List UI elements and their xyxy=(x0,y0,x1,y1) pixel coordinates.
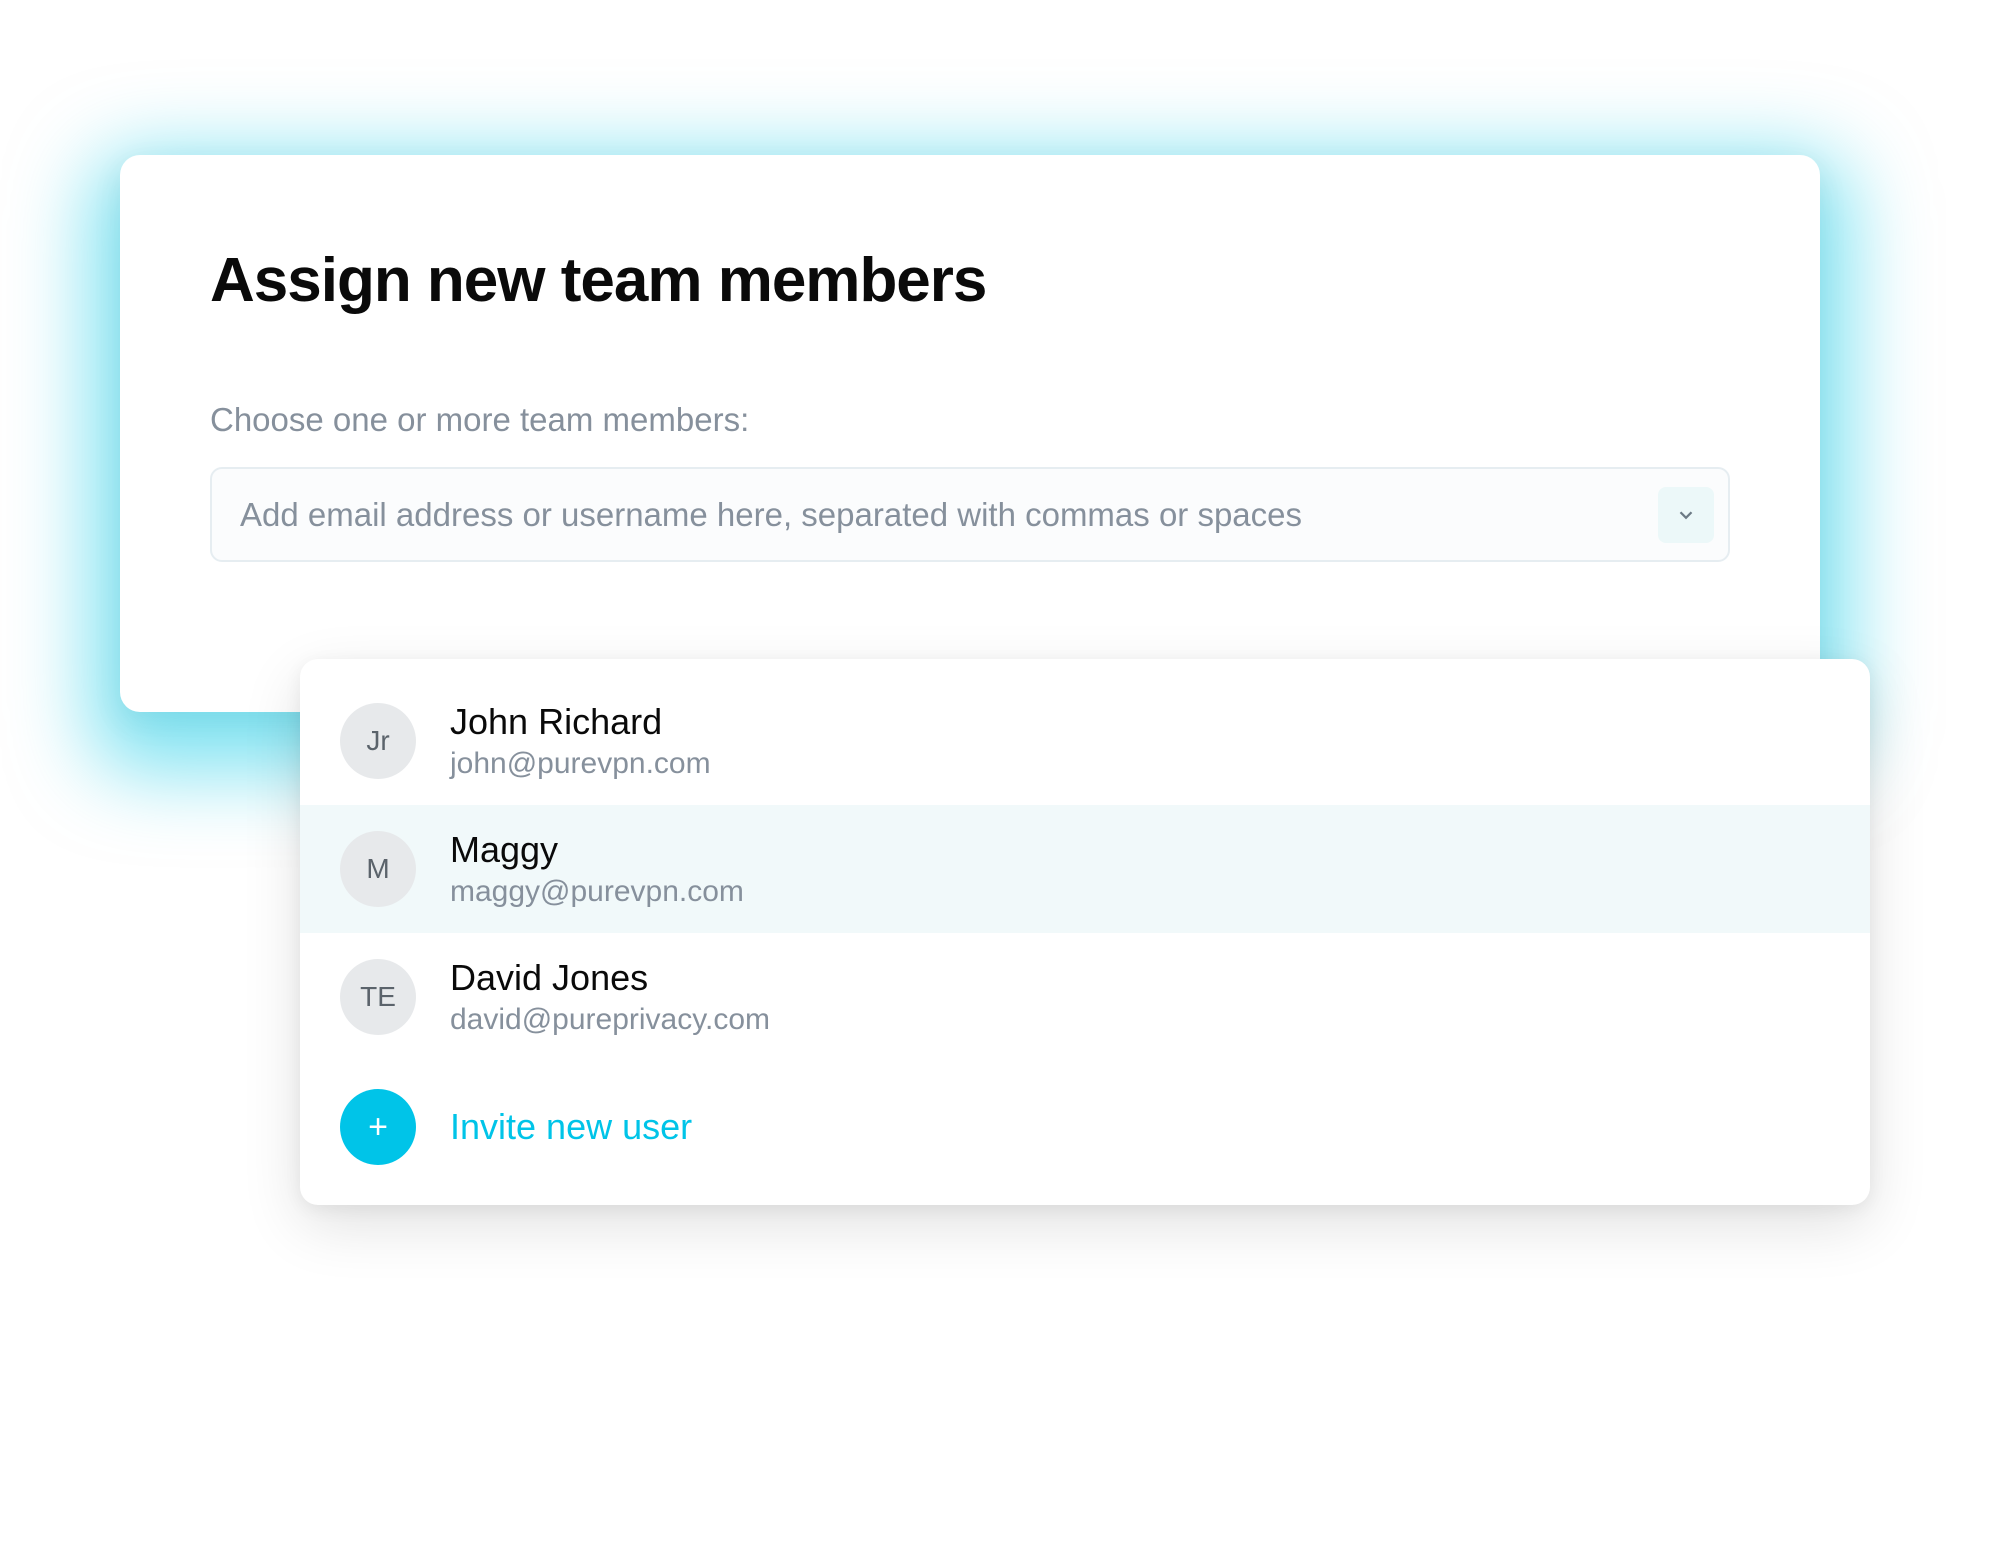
member-option[interactable]: TE David Jones david@pureprivacy.com xyxy=(300,933,1870,1061)
member-name: Maggy xyxy=(450,829,744,871)
avatar: M xyxy=(340,831,416,907)
plus-icon: + xyxy=(340,1089,416,1165)
member-email: david@pureprivacy.com xyxy=(450,1003,770,1037)
member-name: David Jones xyxy=(450,957,770,999)
member-email: maggy@purevpn.com xyxy=(450,875,744,909)
card-subtitle: Choose one or more team members: xyxy=(210,401,1730,439)
member-text: Maggy maggy@purevpn.com xyxy=(450,829,744,909)
invite-new-user-button[interactable]: + Invite new user xyxy=(300,1061,1870,1175)
member-name: John Richard xyxy=(450,701,711,743)
assign-members-card: Assign new team members Choose one or mo… xyxy=(120,155,1820,712)
member-dropdown-panel: Jr John Richard john@purevpn.com M Maggy… xyxy=(300,659,1870,1205)
chevron-down-icon xyxy=(1675,504,1697,526)
member-input[interactable] xyxy=(240,469,1658,560)
card-title: Assign new team members xyxy=(210,245,1730,316)
dropdown-toggle-button[interactable] xyxy=(1658,487,1714,543)
avatar: Jr xyxy=(340,703,416,779)
member-text: David Jones david@pureprivacy.com xyxy=(450,957,770,1037)
member-text: John Richard john@purevpn.com xyxy=(450,701,711,781)
member-option[interactable]: Jr John Richard john@purevpn.com xyxy=(300,677,1870,805)
member-option[interactable]: M Maggy maggy@purevpn.com xyxy=(300,805,1870,933)
member-email: john@purevpn.com xyxy=(450,747,711,781)
invite-label: Invite new user xyxy=(450,1106,692,1148)
avatar: TE xyxy=(340,959,416,1035)
member-input-row xyxy=(210,467,1730,562)
